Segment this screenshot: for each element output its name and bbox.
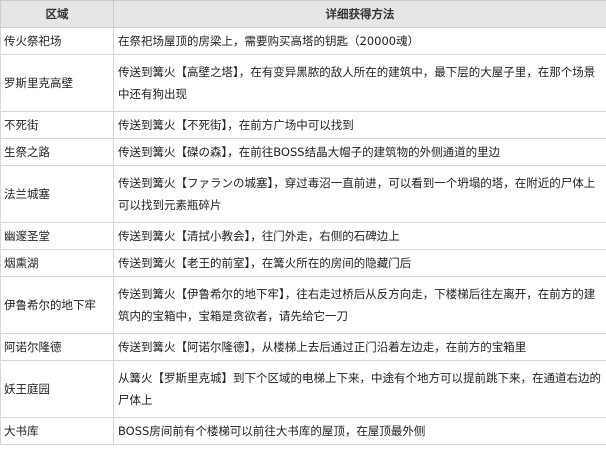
area-cell: 传火祭祀场	[0, 27, 114, 55]
table-row: 伊鲁希尔的地下牢 传送到篝火【伊鲁希尔的地下牢】，往右走过桥后从反方向走，下楼梯…	[0, 276, 606, 334]
method-cell: 传送到篝火【ファランの城塞】，穿过毒沼一直前进，可以看到一个坍塌的塔，在附近的尸…	[113, 165, 606, 223]
table-row: 法兰城塞 传送到篝火【ファランの城塞】，穿过毒沼一直前进，可以看到一个坍塌的塔，…	[0, 165, 606, 223]
table-row: 妖王庭园 从篝火【罗斯里克城】到下个区域的电梯上下来，中途有个地方可以提前跳下来…	[0, 360, 606, 418]
area-cell: 生祭之路	[0, 138, 114, 166]
table-row: 生祭之路 传送到篝火【磔の森】，在前往BOSS结晶大帽子的建筑物的外侧通道的里边	[0, 138, 606, 166]
method-cell: 传送到篝火【阿诺尔隆德】，从楼梯上去后通过正门沿着左边走，在前方的宝箱里	[113, 333, 606, 361]
method-cell: BOSS房间前有个楼梯可以前往大书库的屋顶，在屋顶最外侧	[113, 417, 606, 445]
area-cell: 阿诺尔隆德	[0, 333, 114, 361]
table-row: 大书库 BOSS房间前有个楼梯可以前往大书库的屋顶，在屋顶最外侧	[0, 417, 606, 445]
method-cell: 在祭祀场屋顶的房梁上，需要购买高塔的钥匙（20000魂）	[113, 27, 606, 55]
area-cell: 烟熏湖	[0, 249, 114, 277]
method-cell: 传送到篝火【磔の森】，在前往BOSS结晶大帽子的建筑物的外侧通道的里边	[113, 138, 606, 166]
area-cell: 伊鲁希尔的地下牢	[0, 276, 114, 334]
area-cell: 幽邃圣堂	[0, 222, 114, 250]
area-cell: 大书库	[0, 417, 114, 445]
method-cell: 传送到篝火【清拭小教会】，往门外走，右侧的石碑边上	[113, 222, 606, 250]
table-row: 传火祭祀场 在祭祀场屋顶的房梁上，需要购买高塔的钥匙（20000魂）	[0, 27, 606, 55]
header-method: 详细获得方法	[113, 0, 606, 28]
table-row: 幽邃圣堂 传送到篝火【清拭小教会】，往门外走，右侧的石碑边上	[0, 222, 606, 250]
method-cell: 传送到篝火【伊鲁希尔的地下牢】，往右走过桥后从反方向走，下楼梯后往左离开，在前方…	[113, 276, 606, 334]
method-cell: 传送到篝火【不死街】，在前方广场中可以找到	[113, 111, 606, 139]
table-header-row: 区域 详细获得方法	[0, 0, 606, 28]
area-cell: 妖王庭园	[0, 360, 114, 418]
area-cell: 法兰城塞	[0, 165, 114, 223]
method-cell: 传送到篝火【老王的前室】，在篝火所在的房间的隐藏门后	[113, 249, 606, 277]
table-row: 不死街 传送到篝火【不死街】，在前方广场中可以找到	[0, 111, 606, 139]
area-cell: 不死街	[0, 111, 114, 139]
table-row: 阿诺尔隆德 传送到篝火【阿诺尔隆德】，从楼梯上去后通过正门沿着左边走，在前方的宝…	[0, 333, 606, 361]
method-cell: 传送到篝火【高壁之塔】，在有变异黑脓的敌人所在的建筑中，最下层的大屋子里，在那个…	[113, 54, 606, 112]
method-cell: 从篝火【罗斯里克城】到下个区域的电梯上下来，中途有个地方可以提前跳下来，在通道右…	[113, 360, 606, 418]
acquisition-table: 区域 详细获得方法 传火祭祀场 在祭祀场屋顶的房梁上，需要购买高塔的钥匙（200…	[0, 0, 606, 445]
table-row: 罗斯里克高壁 传送到篝火【高壁之塔】，在有变异黑脓的敌人所在的建筑中，最下层的大…	[0, 54, 606, 112]
table-row: 烟熏湖 传送到篝火【老王的前室】，在篝火所在的房间的隐藏门后	[0, 249, 606, 277]
header-area: 区域	[0, 0, 114, 28]
area-cell: 罗斯里克高壁	[0, 54, 114, 112]
